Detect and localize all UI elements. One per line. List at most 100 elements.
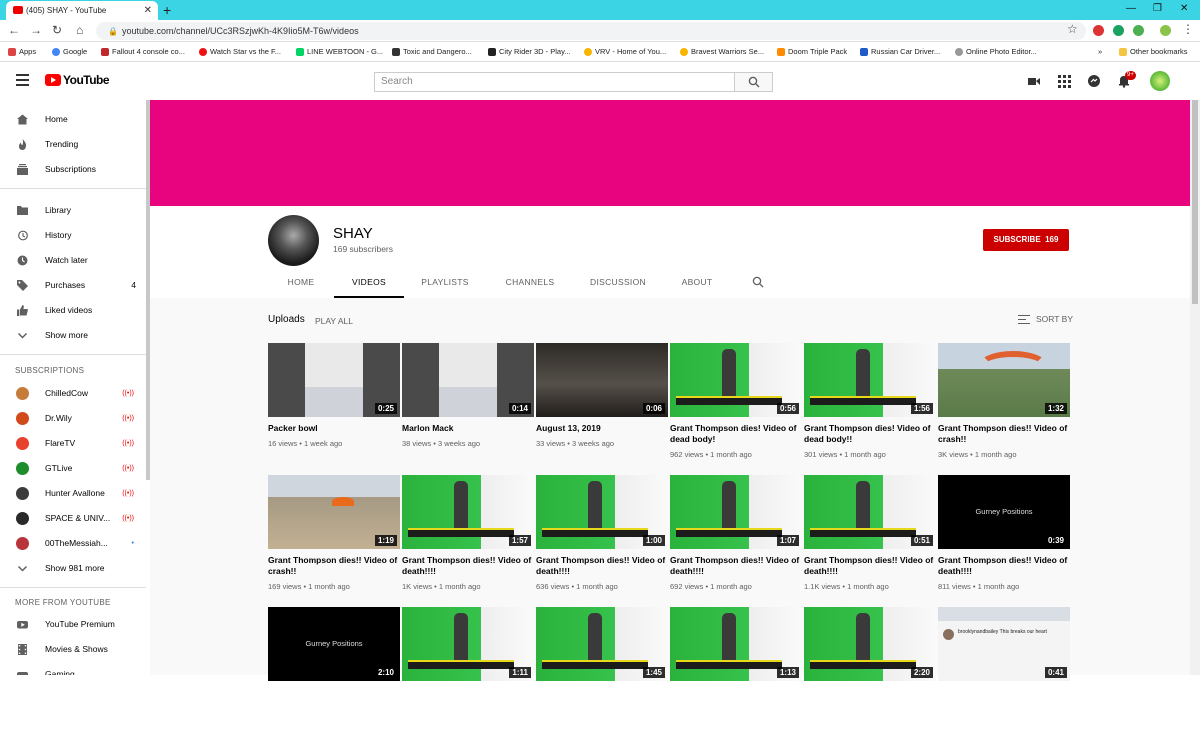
tab-videos[interactable]: VIDEOS: [334, 270, 404, 298]
subscription-item[interactable]: Hunter Avallone ((•)): [0, 481, 146, 506]
search-input[interactable]: Search: [374, 72, 735, 92]
video-title[interactable]: Grant Thompson dies!! Video of death!!!!: [536, 555, 668, 577]
video-card[interactable]: 1:19 Grant Thompson dies!! Video of crash…: [268, 475, 400, 600]
bookmark-doom[interactable]: Doom Triple Pack: [777, 42, 847, 62]
subscription-item[interactable]: SPACE & UNIV... ((•)): [0, 506, 146, 531]
video-thumbnail[interactable]: 1:19: [268, 475, 400, 549]
close-tab-icon[interactable]: ✕: [144, 1, 152, 20]
video-title[interactable]: Grant Thompson dies!! Video of death!!!!: [402, 555, 534, 577]
bookmark-russian-car[interactable]: Russian Car Driver...: [860, 42, 940, 62]
sidebar-item-history[interactable]: History: [0, 223, 146, 248]
youtube-logo-text[interactable]: YouTube: [63, 73, 110, 87]
video-card[interactable]: 0:06 August 13, 2019 33 views • 3 weeks ag…: [536, 343, 668, 468]
sidebar-item-liked-videos[interactable]: Liked videos: [0, 298, 146, 323]
sidebar-item-library[interactable]: Library: [0, 198, 146, 223]
extension-shield-icon[interactable]: [1133, 25, 1144, 36]
video-thumbnail[interactable]: 1:11: [402, 607, 534, 681]
video-card[interactable]: Gurney Positions 2:10: [268, 607, 400, 732]
video-thumbnail[interactable]: 0:56: [670, 343, 802, 417]
minimize-icon[interactable]: —: [1126, 0, 1136, 18]
video-card[interactable]: 0:56 Grant Thompson dies! Video of dead b…: [670, 343, 802, 468]
profile-avatar-icon[interactable]: [1160, 25, 1171, 36]
bookmark-photo-editor[interactable]: Online Photo Editor...: [955, 42, 1037, 62]
tab-playlists[interactable]: PLAYLISTS: [404, 270, 486, 298]
youtube-logo-icon[interactable]: [45, 74, 61, 86]
video-card[interactable]: 1:45: [536, 607, 668, 732]
uploads-heading[interactable]: Uploads: [268, 314, 305, 325]
video-card[interactable]: 1:56 Grant Thompson dies! Video of dead b…: [804, 343, 936, 468]
play-all-button[interactable]: PLAY ALL: [315, 316, 353, 326]
chrome-menu-icon[interactable]: ⋮: [1182, 22, 1194, 36]
tab-home[interactable]: HOME: [268, 270, 334, 298]
bookmark-star-vs[interactable]: Watch Star vs the F...: [199, 42, 281, 62]
video-thumbnail[interactable]: 1:07: [670, 475, 802, 549]
video-thumbnail[interactable]: 0:14: [402, 343, 534, 417]
search-button[interactable]: [735, 72, 773, 92]
extension-icon[interactable]: [1093, 25, 1104, 36]
star-bookmark-icon[interactable]: ☆: [1067, 22, 1078, 36]
bookmark-fallout[interactable]: Fallout 4 console co...: [101, 42, 185, 62]
tab-about[interactable]: ABOUT: [662, 270, 732, 298]
video-thumbnail[interactable]: 1:13: [670, 607, 802, 681]
sidebar-item-subscriptions[interactable]: Subscriptions: [0, 157, 146, 182]
channel-avatar[interactable]: [268, 215, 319, 266]
video-card[interactable]: 0:14 Marlon Mack 38 views • 3 weeks ago: [402, 343, 534, 468]
bookmark-apps[interactable]: Apps: [8, 42, 36, 62]
video-card[interactable]: brooklynandbailey This breaks our heart 0…: [938, 607, 1070, 732]
bookmark-bravest[interactable]: Bravest Warriors Se...: [680, 42, 764, 62]
channel-search-icon[interactable]: [752, 276, 764, 288]
other-bookmarks[interactable]: Other bookmarks: [1119, 42, 1188, 62]
sidebar-item-purchases[interactable]: Purchases 4: [0, 273, 146, 298]
video-card[interactable]: 1:00 Grant Thompson dies!! Video of death…: [536, 475, 668, 600]
hamburger-menu-icon[interactable]: [16, 74, 29, 86]
video-thumbnail[interactable]: 0:51: [804, 475, 936, 549]
sidebar-item-show-more-subscriptions[interactable]: Show 981 more: [0, 556, 146, 581]
video-thumbnail[interactable]: Gurney Positions 2:10: [268, 607, 400, 681]
subscription-item[interactable]: ChilledCow ((•)): [0, 381, 146, 406]
video-title[interactable]: Grant Thompson dies! Video of dead body!: [670, 423, 802, 445]
subscription-item[interactable]: 00TheMessiah... •: [0, 531, 146, 556]
home-browser-icon[interactable]: ⌂: [76, 23, 83, 37]
video-thumbnail[interactable]: brooklynandbailey This breaks our heart 0…: [938, 607, 1070, 681]
video-thumbnail[interactable]: 0:06: [536, 343, 668, 417]
bookmark-google[interactable]: Google: [52, 42, 87, 62]
subscription-item[interactable]: Dr.Wily ((•)): [0, 406, 146, 431]
browser-tab[interactable]: (405) SHAY - YouTube ✕: [6, 1, 158, 20]
create-video-icon[interactable]: [1027, 74, 1041, 88]
close-window-icon[interactable]: ✕: [1180, 0, 1188, 18]
bookmarks-overflow-icon[interactable]: »: [1098, 42, 1102, 62]
video-thumbnail[interactable]: 1:00: [536, 475, 668, 549]
video-thumbnail[interactable]: 1:45: [536, 607, 668, 681]
apps-grid-icon[interactable]: [1057, 74, 1071, 88]
video-card[interactable]: 2:20: [804, 607, 936, 732]
video-card[interactable]: 1:13: [670, 607, 802, 732]
bookmark-vrv[interactable]: VRV - Home of You...: [584, 42, 666, 62]
video-card[interactable]: 1:32 Grant Thompson dies!! Video of crash…: [938, 343, 1070, 468]
subscribe-button[interactable]: SUBSCRIBE 169: [983, 229, 1069, 251]
video-title[interactable]: Grant Thompson dies!! Video of crash!!: [938, 423, 1070, 445]
back-icon[interactable]: ←: [8, 23, 20, 37]
video-title[interactable]: Packer bowl: [268, 423, 400, 434]
sidebar-item-gaming[interactable]: Gaming: [0, 662, 146, 675]
video-title[interactable]: August 13, 2019: [536, 423, 668, 434]
video-thumbnail[interactable]: 1:32: [938, 343, 1070, 417]
bookmark-city-rider[interactable]: City Rider 3D - Play...: [488, 42, 571, 62]
video-card[interactable]: Gurney Positions 0:39 Grant Thompson dies!…: [938, 475, 1070, 600]
video-title[interactable]: Grant Thompson dies!! Video of death!!!!: [804, 555, 936, 577]
video-title[interactable]: Grant Thompson dies!! Video of death!!!!: [938, 555, 1070, 577]
subscription-item[interactable]: FlareTV ((•)): [0, 431, 146, 456]
maximize-icon[interactable]: ❐: [1153, 0, 1162, 18]
video-thumbnail[interactable]: 0:25: [268, 343, 400, 417]
messages-icon[interactable]: [1087, 74, 1101, 88]
sidebar-item-youtube-premium[interactable]: YouTube Premium: [0, 612, 146, 637]
video-title[interactable]: Marlon Mack: [402, 423, 534, 434]
video-thumbnail[interactable]: 2:20: [804, 607, 936, 681]
account-avatar[interactable]: [1150, 71, 1170, 91]
video-card[interactable]: 0:25 Packer bowl 16 views • 1 week ago: [268, 343, 400, 468]
url-field[interactable]: 🔒 youtube.com/channel/UCc3RSzjwKh-4K9Iio5…: [96, 22, 1086, 40]
video-title[interactable]: Grant Thompson dies!! Video of death!!!!: [670, 555, 802, 577]
video-thumbnail[interactable]: 1:57: [402, 475, 534, 549]
reload-icon[interactable]: ↻: [52, 23, 62, 37]
video-card[interactable]: 1:57 Grant Thompson dies!! Video of death…: [402, 475, 534, 600]
sidebar-item-show-more[interactable]: Show more: [0, 323, 146, 348]
